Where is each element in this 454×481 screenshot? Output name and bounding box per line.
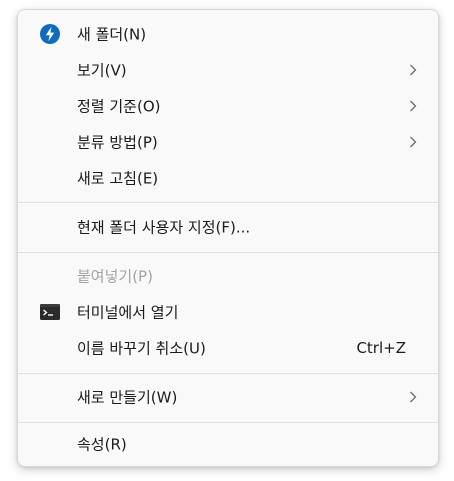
menu-item-label: 붙여넣기(P) (77, 267, 153, 286)
context-menu: 새 폴더(N) 보기(V) 정렬 기준(O) 분류 방법(P) 새로 고침(E)… (17, 9, 439, 467)
menu-item-label: 새 폴더(N) (77, 25, 147, 44)
menu-item-label: 정렬 기준(O) (77, 97, 161, 116)
menu-separator (18, 252, 438, 253)
menu-item-label: 현재 폴더 사용자 지정(F)... (77, 218, 251, 237)
menu-item-label: 분류 방법(P) (77, 133, 158, 152)
chevron-right-icon (410, 64, 417, 76)
menu-item-label: 보기(V) (77, 61, 127, 80)
menu-item-refresh[interactable]: 새로 고침(E) (18, 160, 438, 196)
menu-item-properties[interactable]: 속성(R) (18, 426, 438, 462)
menu-item-paste: 붙여넣기(P) (18, 258, 438, 294)
menu-item-customize-folder[interactable]: 현재 폴더 사용자 지정(F)... (18, 209, 438, 245)
chevron-right-icon (410, 136, 417, 148)
menu-separator (18, 422, 438, 423)
terminal-icon (40, 304, 60, 320)
menu-item-view[interactable]: 보기(V) (18, 52, 438, 88)
chevron-right-icon (410, 391, 417, 403)
menu-item-open-in-terminal[interactable]: 터미널에서 열기 (18, 294, 438, 330)
shortcut-label: Ctrl+Z (356, 339, 406, 357)
menu-item-group-by[interactable]: 분류 방법(P) (18, 124, 438, 160)
menu-item-label: 새로 고침(E) (77, 169, 159, 188)
menu-item-new[interactable]: 새로 만들기(W) (18, 379, 438, 415)
menu-item-undo-rename[interactable]: 이름 바꾸기 취소(U) Ctrl+Z (18, 330, 438, 366)
menu-separator (18, 202, 438, 203)
menu-item-label: 터미널에서 열기 (77, 303, 179, 322)
menu-item-label: 속성(R) (77, 435, 127, 454)
new-folder-lightning-icon (40, 24, 60, 44)
menu-item-label: 새로 만들기(W) (77, 388, 178, 407)
menu-item-new-folder[interactable]: 새 폴더(N) (18, 16, 438, 52)
menu-item-label: 이름 바꾸기 취소(U) (77, 339, 206, 358)
menu-item-sort-by[interactable]: 정렬 기준(O) (18, 88, 438, 124)
menu-separator (18, 373, 438, 374)
chevron-right-icon (410, 100, 417, 112)
